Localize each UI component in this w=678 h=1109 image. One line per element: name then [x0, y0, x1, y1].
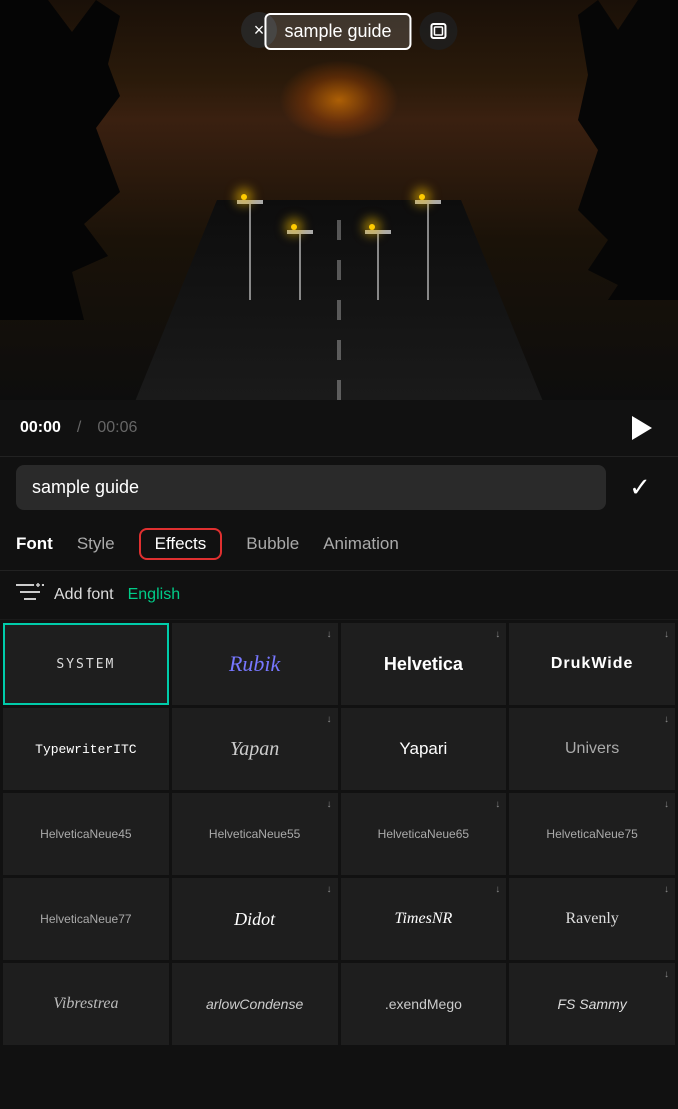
- download-icon-rubik: ↓: [327, 629, 332, 640]
- font-cell-yapar-italic[interactable]: Yapan ↓: [172, 708, 338, 790]
- font-cell-yapari[interactable]: Yapari: [341, 708, 507, 790]
- font-grid: SYSTEM Rubik ↓ Helvetica ↓ DrukWide ↓ Ty…: [0, 620, 678, 1048]
- font-label-exend: .exendMego: [381, 992, 466, 1016]
- text-input[interactable]: [16, 465, 606, 510]
- video-preview: × sample guide: [0, 0, 678, 400]
- font-label-drukwide: DrukWide: [547, 651, 638, 677]
- text-input-bar: ✓: [0, 456, 678, 518]
- tab-font[interactable]: Font: [16, 530, 53, 558]
- font-label-helvneue75: HelveticaNeue75: [542, 823, 641, 845]
- language-label[interactable]: English: [128, 586, 180, 604]
- font-cell-helvneue77[interactable]: HelveticaNeue77: [3, 878, 169, 960]
- font-cell-ravenly[interactable]: Ravenly ↓: [509, 878, 675, 960]
- confirm-button[interactable]: ✓: [618, 466, 662, 510]
- time-separator: /: [77, 419, 81, 437]
- font-cell-system[interactable]: SYSTEM: [3, 623, 169, 705]
- download-icon-timesnr: ↓: [495, 884, 500, 895]
- font-cell-typewriterITC[interactable]: TypewriterITC: [3, 708, 169, 790]
- time-current: 00:00: [20, 419, 61, 437]
- download-icon-helvneue55: ↓: [327, 799, 332, 810]
- font-label-univers: Univers: [561, 736, 623, 762]
- font-label-harlow: arlowCondense: [202, 992, 307, 1016]
- font-label-helvneue77: HelveticaNeue77: [36, 908, 135, 930]
- crop-icon: [429, 21, 449, 41]
- tab-style[interactable]: Style: [77, 530, 115, 558]
- tab-effects[interactable]: Effects: [139, 528, 223, 560]
- font-label-helvneue65: HelveticaNeue65: [374, 823, 473, 845]
- download-icon-univers: ↓: [664, 714, 669, 725]
- font-label-fssammy: FS Sammy: [554, 992, 631, 1016]
- font-cell-helvneue45[interactable]: HelveticaNeue45: [3, 793, 169, 875]
- checkmark-icon: ✓: [629, 472, 651, 503]
- play-icon: [632, 416, 652, 440]
- font-label-yapari: Yapari: [395, 735, 451, 763]
- font-label-timesnr: TimesNR: [390, 906, 456, 932]
- font-cell-univers[interactable]: Univers ↓: [509, 708, 675, 790]
- font-cell-vibur[interactable]: Vibrestrea: [3, 963, 169, 1045]
- font-label-vibur: Vibrestrea: [49, 991, 122, 1017]
- font-label-helvneue45: HelveticaNeue45: [36, 823, 135, 845]
- font-cell-fssammy[interactable]: FS Sammy ↓: [509, 963, 675, 1045]
- font-label-system: SYSTEM: [52, 653, 119, 676]
- font-cell-helvneue55[interactable]: HelveticaNeue55 ↓: [172, 793, 338, 875]
- download-icon-fssammy: ↓: [664, 969, 669, 980]
- download-icon-helvetica: ↓: [495, 629, 500, 640]
- download-icon-helvneue75: ↓: [664, 799, 669, 810]
- text-overlay-container: sample guide: [220, 12, 457, 50]
- add-font-row: Add font English: [0, 571, 678, 620]
- time-total: 00:06: [97, 419, 137, 437]
- font-cell-didot[interactable]: Didot ↓: [172, 878, 338, 960]
- font-label-ravenly: Ravenly: [561, 906, 622, 932]
- tab-animation[interactable]: Animation: [323, 530, 399, 558]
- play-button[interactable]: [622, 410, 658, 446]
- font-cell-timesnr[interactable]: TimesNR ↓: [341, 878, 507, 960]
- download-icon-yapar: ↓: [327, 714, 332, 725]
- font-label-rubik: Rubik: [225, 647, 284, 681]
- filter-icon-button[interactable]: [16, 581, 44, 609]
- tab-bubble[interactable]: Bubble: [246, 530, 299, 558]
- font-cell-exend[interactable]: .exendMego: [341, 963, 507, 1045]
- font-cell-helvneue65[interactable]: HelveticaNeue65 ↓: [341, 793, 507, 875]
- add-font-label[interactable]: Add font: [54, 586, 114, 604]
- download-icon-drukwide: ↓: [664, 629, 669, 640]
- font-label-helvneue55: HelveticaNeue55: [205, 823, 304, 845]
- font-label-typewriterITC: TypewriterITC: [31, 738, 140, 761]
- crop-icon-button[interactable]: [420, 12, 458, 50]
- filter-icon: [16, 581, 44, 603]
- font-label-didot: Didot: [230, 905, 279, 934]
- font-label-helvetica: Helvetica: [380, 650, 467, 679]
- font-cell-helvetica[interactable]: Helvetica ↓: [341, 623, 507, 705]
- tab-bar: Font Style Effects Bubble Animation: [0, 518, 678, 571]
- download-icon-helvneue65: ↓: [495, 799, 500, 810]
- font-cell-helvneue75[interactable]: HelveticaNeue75 ↓: [509, 793, 675, 875]
- font-cell-harlow[interactable]: arlowCondense: [172, 963, 338, 1045]
- font-label-yapar-italic: Yapan: [226, 734, 283, 765]
- download-icon-didot: ↓: [327, 884, 332, 895]
- font-cell-rubik[interactable]: Rubik ↓: [172, 623, 338, 705]
- controls-bar: 00:00 / 00:06: [0, 400, 678, 456]
- font-cell-drukwide[interactable]: DrukWide ↓: [509, 623, 675, 705]
- text-overlay: sample guide: [264, 13, 411, 50]
- download-icon-ravenly: ↓: [664, 884, 669, 895]
